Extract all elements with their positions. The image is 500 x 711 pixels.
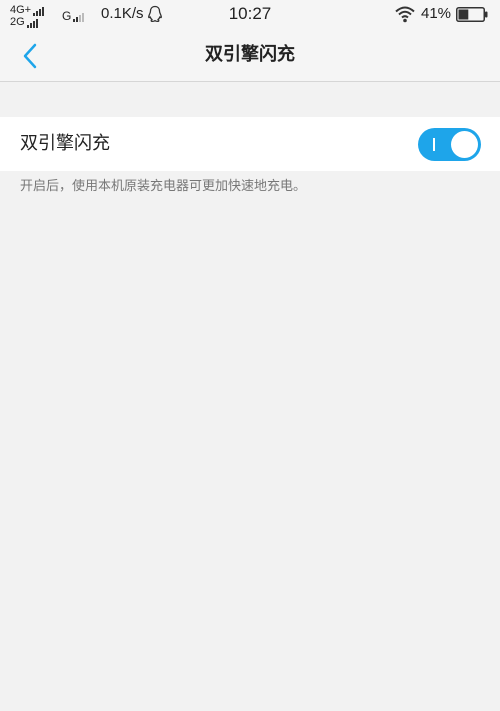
screen: 4G+ 2G G 0.1K/s 10:27 41% 双引擎闪充 双引擎闪充 开启…	[0, 0, 500, 711]
status-bar: 4G+ 2G G 0.1K/s 10:27 41%	[0, 0, 500, 30]
toggle-on-mark	[433, 138, 435, 151]
toggle-knob[interactable]	[451, 131, 478, 158]
battery-fill	[458, 9, 469, 20]
battery-percentage: 41%	[421, 5, 452, 22]
wifi-icon	[395, 6, 415, 23]
page-title: 双引擎闪充	[205, 44, 295, 65]
dual-engine-charging-toggle[interactable]	[418, 128, 481, 161]
setting-label: 双引擎闪充	[20, 133, 110, 154]
battery-icon	[456, 7, 488, 22]
setting-description: 开启后，使用本机原装充电器可更加快速地充电。	[20, 179, 307, 194]
app-header: 双引擎闪充	[0, 30, 500, 82]
